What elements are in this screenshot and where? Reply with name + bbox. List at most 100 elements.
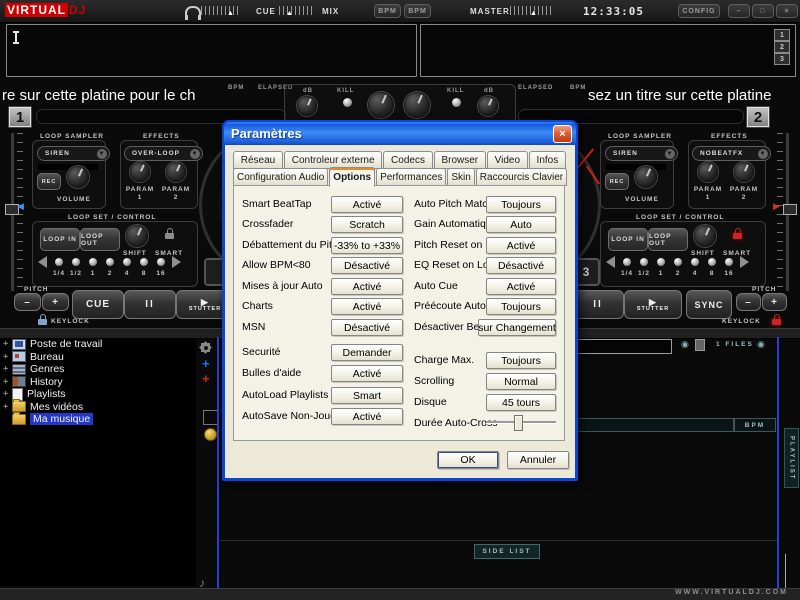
- deck2-pause-button[interactable]: II: [572, 290, 624, 319]
- slider-thumb[interactable]: [514, 415, 523, 431]
- deck2-rec-button[interactable]: REC: [605, 173, 629, 190]
- dialog-close-button[interactable]: ×: [553, 125, 572, 143]
- deck1-sampler-volume-knob[interactable]: [67, 166, 89, 188]
- tree-item-genres[interactable]: + Genres: [0, 363, 196, 376]
- mixer-gain-left-knob[interactable]: [297, 96, 317, 116]
- expander-icon[interactable]: +: [3, 364, 12, 374]
- tab-codecs[interactable]: Codecs: [383, 151, 432, 169]
- mixer-treble-left-knob[interactable]: [368, 92, 394, 118]
- charts-button[interactable]: Activé: [331, 298, 403, 315]
- deck2-loop-step-dot[interactable]: [657, 258, 665, 266]
- tree-item-history[interactable]: + History: [0, 376, 196, 389]
- tab-raccourcis-clavier[interactable]: Raccourcis Clavier: [476, 168, 567, 186]
- deck2-sync-button[interactable]: SYNC: [686, 290, 732, 319]
- mixer-kill-right-button[interactable]: [452, 98, 461, 107]
- deck2-loop-out-button[interactable]: LOOP OUT: [648, 228, 688, 251]
- tab-reseau[interactable]: Réseau: [233, 151, 283, 169]
- mixer-kill-left-button[interactable]: [343, 98, 352, 107]
- deck1-param1-knob[interactable]: [130, 162, 150, 182]
- deck1-loop-step-dot[interactable]: [140, 258, 148, 266]
- tab-infos[interactable]: Infos: [529, 151, 566, 169]
- master-volume-slider[interactable]: ▲: [510, 6, 554, 15]
- tab-skin[interactable]: Skin: [447, 168, 474, 186]
- deck2-shift-knob[interactable]: [694, 225, 716, 247]
- crossfader-button[interactable]: Scratch: [331, 216, 403, 233]
- tree-item-videos[interactable]: + Mes vidéos: [0, 401, 196, 414]
- deck1-loop-step-dot[interactable]: [72, 258, 80, 266]
- ok-button[interactable]: OK: [437, 451, 499, 469]
- deck1-shift-knob[interactable]: [126, 225, 148, 247]
- security-button[interactable]: Demander: [331, 344, 403, 361]
- deck1-cue-button[interactable]: CUE: [72, 290, 124, 319]
- auto-gain-button[interactable]: Auto: [486, 216, 556, 233]
- deck2-loop-step-dot[interactable]: [708, 258, 716, 266]
- smart-beattap-button[interactable]: Activé: [331, 196, 403, 213]
- deck1-pause-button[interactable]: II: [124, 290, 176, 319]
- deck1-loop-step-dot[interactable]: [55, 258, 63, 266]
- deck1-effect-select[interactable]: OVER-LOOP ▼: [124, 146, 203, 161]
- config-button[interactable]: CONFIG: [678, 4, 720, 18]
- auto-preview-button[interactable]: Toujours: [486, 298, 556, 315]
- deck1-loop-step-left-icon[interactable]: [38, 256, 47, 268]
- sample-bank-3-button[interactable]: 3: [774, 53, 790, 65]
- deck2-pitch-plus-button[interactable]: +: [762, 293, 787, 311]
- tree-item-playlists[interactable]: + Playlists: [0, 388, 196, 401]
- minimize-button[interactable]: –: [728, 4, 750, 18]
- deck2-loop-in-button[interactable]: LOOP IN: [608, 228, 648, 251]
- deck2-loop-step-dot[interactable]: [674, 258, 682, 266]
- deck1-pitch-minus-button[interactable]: –: [14, 293, 41, 311]
- deck2-loop-step-dot[interactable]: [623, 258, 631, 266]
- expander-icon[interactable]: +: [3, 402, 12, 412]
- deck1-loop-step-dot[interactable]: [157, 258, 165, 266]
- deck1-loop-out-button[interactable]: LOOP OUT: [80, 228, 120, 251]
- pitch-range-button[interactable]: -33% to +33%: [331, 237, 403, 254]
- pitch-reset-button[interactable]: Activé: [486, 237, 556, 254]
- auto-cue-button[interactable]: Activé: [486, 278, 556, 295]
- close-app-button[interactable]: ×: [776, 4, 798, 18]
- auto-cross-duration-slider[interactable]: [486, 415, 556, 429]
- about-button[interactable]: □: [752, 4, 774, 18]
- disc-mode-button[interactable]: 45 tours: [486, 394, 556, 411]
- expander-icon[interactable]: +: [3, 377, 12, 387]
- allow-bpm-button[interactable]: Désactivé: [331, 257, 403, 274]
- deck2-pitch-minus-button[interactable]: –: [736, 293, 761, 311]
- side-list-button[interactable]: SIDE LIST: [474, 544, 540, 559]
- deck2-loop-step-dot[interactable]: [691, 258, 699, 266]
- cue-mix-slider[interactable]: ▲: [279, 6, 315, 15]
- deck1-smart-lock-icon[interactable]: [165, 233, 174, 239]
- deck2-sampler-volume-knob[interactable]: [635, 166, 657, 188]
- deck2-play-stutter-button[interactable]: ▶ STUTTER: [624, 290, 682, 319]
- search-icon[interactable]: ◉: [681, 340, 689, 349]
- deck2-pitch-handle[interactable]: [783, 204, 797, 215]
- add-red-icon[interactable]: +: [202, 374, 210, 384]
- tree-item-music-selected[interactable]: Ma musique: [0, 413, 196, 426]
- auto-pitch-matching-button[interactable]: Toujours: [486, 196, 556, 213]
- deck2-sampler-select[interactable]: SIREN ▼: [605, 146, 678, 161]
- deck2-keylock-icon[interactable]: [772, 319, 781, 325]
- deck2-smart-lock-icon[interactable]: [733, 233, 742, 239]
- deck2-param1-knob[interactable]: [698, 162, 718, 182]
- deck2-param2-knob[interactable]: [734, 162, 754, 182]
- bpm-column-header[interactable]: BPM: [734, 418, 776, 432]
- expander-icon[interactable]: +: [3, 389, 12, 399]
- eq-reset-button[interactable]: Désactivé: [486, 257, 556, 274]
- tab-browser[interactable]: Browser: [434, 151, 486, 169]
- bpm-button-right[interactable]: BPM: [404, 4, 431, 18]
- tab-performances[interactable]: Performances: [376, 168, 446, 186]
- refresh-icon[interactable]: ◉: [757, 340, 765, 349]
- checkbox-icon[interactable]: [203, 410, 218, 425]
- deck1-param2-knob[interactable]: [166, 162, 186, 182]
- tree-item-computer[interactable]: + Poste de travail: [0, 338, 196, 351]
- deck1-loop-step-dot[interactable]: [89, 258, 97, 266]
- sample-bank-1-button[interactable]: 1: [774, 29, 790, 41]
- deck1-pitch-plus-button[interactable]: +: [42, 293, 69, 311]
- deck2-loop-step-dot[interactable]: [725, 258, 733, 266]
- playlist-tab[interactable]: PLAYLIST: [784, 428, 799, 488]
- scrolling-button[interactable]: Normal: [486, 373, 556, 390]
- deck2-loop-step-dot[interactable]: [640, 258, 648, 266]
- tab-configuration-audio[interactable]: Configuration Audio: [233, 168, 328, 186]
- deck2-loop-step-left-icon[interactable]: [606, 256, 615, 268]
- dialog-titlebar[interactable]: Paramètres ×: [224, 122, 576, 145]
- tab-video[interactable]: Video: [487, 151, 528, 169]
- bpm-button-left[interactable]: BPM: [374, 4, 401, 18]
